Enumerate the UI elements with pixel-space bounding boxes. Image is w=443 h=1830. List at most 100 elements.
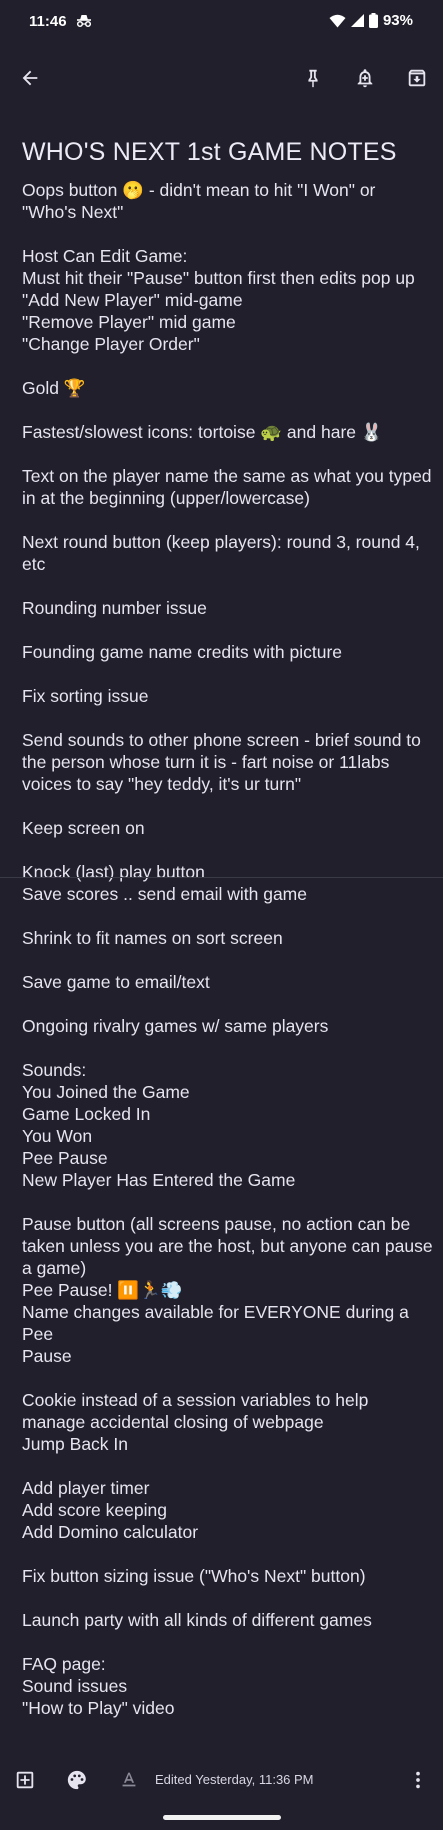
note-line: "Who's Next" xyxy=(22,202,124,222)
note-toolbar xyxy=(0,56,443,100)
note-line: Keep screen on xyxy=(22,818,145,838)
note-line: You Joined the Game xyxy=(22,1082,190,1102)
note-paragraph[interactable]: Next round button (keep players): round … xyxy=(22,531,440,575)
note-line: New Player Has Entered the Game xyxy=(22,1170,296,1190)
note-line: voices to say "hey teddy, it's ur turn" xyxy=(22,774,302,794)
wifi-icon xyxy=(329,14,346,27)
note-title[interactable]: WHO'S NEXT 1st GAME NOTES xyxy=(22,137,440,167)
signal-icon xyxy=(350,14,364,27)
note-line: Save scores .. send email with game xyxy=(22,884,307,904)
more-options-button[interactable] xyxy=(406,1768,430,1792)
note-paragraph[interactable]: Host Can Edit Game: Must hit their "Pause… xyxy=(22,245,440,355)
note-paragraph[interactable]: Fastest/slowest icons: tortoise 🐢 and ha… xyxy=(22,421,440,443)
note-line: Ongoing rivalry games w/ same players xyxy=(22,1016,329,1036)
add-button[interactable] xyxy=(13,1768,37,1792)
note-line: Cookie instead of a session variables to… xyxy=(22,1390,369,1410)
more-vert-icon xyxy=(416,1771,420,1789)
note-line: Add score keeping xyxy=(22,1500,167,1520)
text-format-button[interactable] xyxy=(117,1768,141,1792)
note-paragraph[interactable]: Keep screen on xyxy=(22,817,440,839)
palette-button[interactable] xyxy=(65,1768,89,1792)
note-line: Send sounds to other phone screen - brie… xyxy=(22,730,421,750)
note-paragraph[interactable]: Knock (last) play button Save scores .. s… xyxy=(22,861,440,905)
note-line: Sound issues xyxy=(22,1676,128,1696)
note-paragraph[interactable]: Founding game name credits with picture xyxy=(22,641,440,663)
note-line: Founding game name credits with picture xyxy=(22,642,343,662)
screenshot-seam xyxy=(0,877,443,878)
note-line: Jump Back In xyxy=(22,1434,129,1454)
note-line: manage accidental closing of webpage xyxy=(22,1412,324,1432)
note-line: Rounding number issue xyxy=(22,598,207,618)
note-line: Oops button 🫢 - didn't mean to hit "I Wo… xyxy=(22,180,376,200)
note-paragraph[interactable]: Fix sorting issue xyxy=(22,685,440,707)
battery-icon xyxy=(368,13,378,28)
note-line: Pause xyxy=(22,1346,72,1366)
note-paragraph[interactable]: Send sounds to other phone screen - brie… xyxy=(22,729,440,795)
note-line: taken unless you are the host, but anyon… xyxy=(22,1236,433,1256)
add-box-icon xyxy=(16,1771,34,1789)
note-line: Fastest/slowest icons: tortoise 🐢 and ha… xyxy=(22,422,383,442)
note-line: etc xyxy=(22,554,46,574)
note-line: Host Can Edit Game: xyxy=(22,246,188,266)
bottom-toolbar: Edited Yesterday, 11:36 PM xyxy=(0,1758,443,1802)
note-line: Must hit their "Pause" button first then… xyxy=(22,268,415,288)
note-line: Name changes available for EVERYONE duri… xyxy=(22,1302,414,1344)
bell-plus-icon xyxy=(357,69,373,88)
back-button[interactable] xyxy=(16,64,44,92)
edited-timestamp: Edited Yesterday, 11:36 PM xyxy=(155,1772,314,1787)
note-line: Pee Pause xyxy=(22,1148,108,1168)
status-bar: 11:46 93% xyxy=(0,0,443,44)
note-paragraph[interactable]: Oops button 🫢 - didn't mean to hit "I Wo… xyxy=(22,179,440,223)
note-text[interactable]: Oops button 🫢 - didn't mean to hit "I Wo… xyxy=(22,179,440,1719)
note-line: "How to Play" video xyxy=(22,1698,175,1718)
note-paragraph[interactable]: Cookie instead of a session variables to… xyxy=(22,1389,440,1455)
note-line: "Remove Player" mid game xyxy=(22,312,236,332)
note-line: Fix button sizing issue ("Who's Next" bu… xyxy=(22,1566,366,1586)
note-line: Pee Pause! ⏸️🏃💨 xyxy=(22,1280,183,1300)
note-paragraph[interactable]: Rounding number issue xyxy=(22,597,440,619)
note-line: Sounds: xyxy=(22,1060,87,1080)
note-paragraph[interactable]: Sounds: You Joined the Game Game Locked In… xyxy=(22,1059,440,1191)
note-line: Shrink to fit names on sort screen xyxy=(22,928,283,948)
note-paragraph[interactable]: FAQ page: Sound issues "How to Play" video xyxy=(22,1653,440,1719)
note-line: Gold 🏆 xyxy=(22,378,86,398)
note-line: the person whose turn it is - fart noise… xyxy=(22,752,390,772)
home-indicator[interactable] xyxy=(163,1815,281,1820)
pin-icon xyxy=(308,69,318,88)
note-line: Pause button (all screens pause, no acti… xyxy=(22,1214,411,1234)
reminder-button[interactable] xyxy=(351,64,379,92)
note-line: Knock (last) play button xyxy=(22,862,205,882)
note-paragraph[interactable]: Add player timer Add score keeping Add Dom… xyxy=(22,1477,440,1543)
status-time: 11:46 xyxy=(29,13,67,30)
note-paragraph[interactable]: Ongoing rivalry games w/ same players xyxy=(22,1015,440,1037)
archive-button[interactable] xyxy=(403,64,431,92)
note-line: Add player timer xyxy=(22,1478,150,1498)
note-line: FAQ page: xyxy=(22,1654,106,1674)
note-line: Add Domino calculator xyxy=(22,1522,199,1542)
note-paragraph[interactable]: Gold 🏆 xyxy=(22,377,440,399)
pin-button[interactable] xyxy=(299,64,327,92)
note-line: Launch party with all kinds of different… xyxy=(22,1610,372,1630)
note-line: in at the beginning (upper/lowercase) xyxy=(22,488,310,508)
note-paragraph[interactable]: Launch party with all kinds of different… xyxy=(22,1609,440,1631)
archive-icon xyxy=(408,69,426,87)
incognito-icon xyxy=(76,15,92,28)
note-paragraph[interactable]: Fix button sizing issue ("Who's Next" bu… xyxy=(22,1565,440,1587)
note-paragraph[interactable]: Shrink to fit names on sort screen xyxy=(22,927,440,949)
note-paragraph[interactable]: Save game to email/text xyxy=(22,971,440,993)
note-line: You Won xyxy=(22,1126,93,1146)
note-line: a game) xyxy=(22,1258,87,1278)
palette-icon xyxy=(67,1770,86,1790)
note-line: Fix sorting issue xyxy=(22,686,149,706)
battery-percent: 93% xyxy=(382,12,413,29)
text-format-icon xyxy=(122,1772,136,1787)
note-line: Game Locked In xyxy=(22,1104,151,1124)
note-line: Save game to email/text xyxy=(22,972,210,992)
note-line: "Add New Player" mid-game xyxy=(22,290,243,310)
note-paragraph[interactable]: Pause button (all screens pause, no acti… xyxy=(22,1213,440,1367)
arrow-left-icon xyxy=(22,70,38,86)
note-body[interactable]: WHO'S NEXT 1st GAME NOTES Oops button 🫢 … xyxy=(22,131,440,1741)
note-paragraph[interactable]: Text on the player name the same as what… xyxy=(22,465,440,509)
note-line: Text on the player name the same as what… xyxy=(22,466,432,486)
note-line: Next round button (keep players): round … xyxy=(22,532,420,552)
